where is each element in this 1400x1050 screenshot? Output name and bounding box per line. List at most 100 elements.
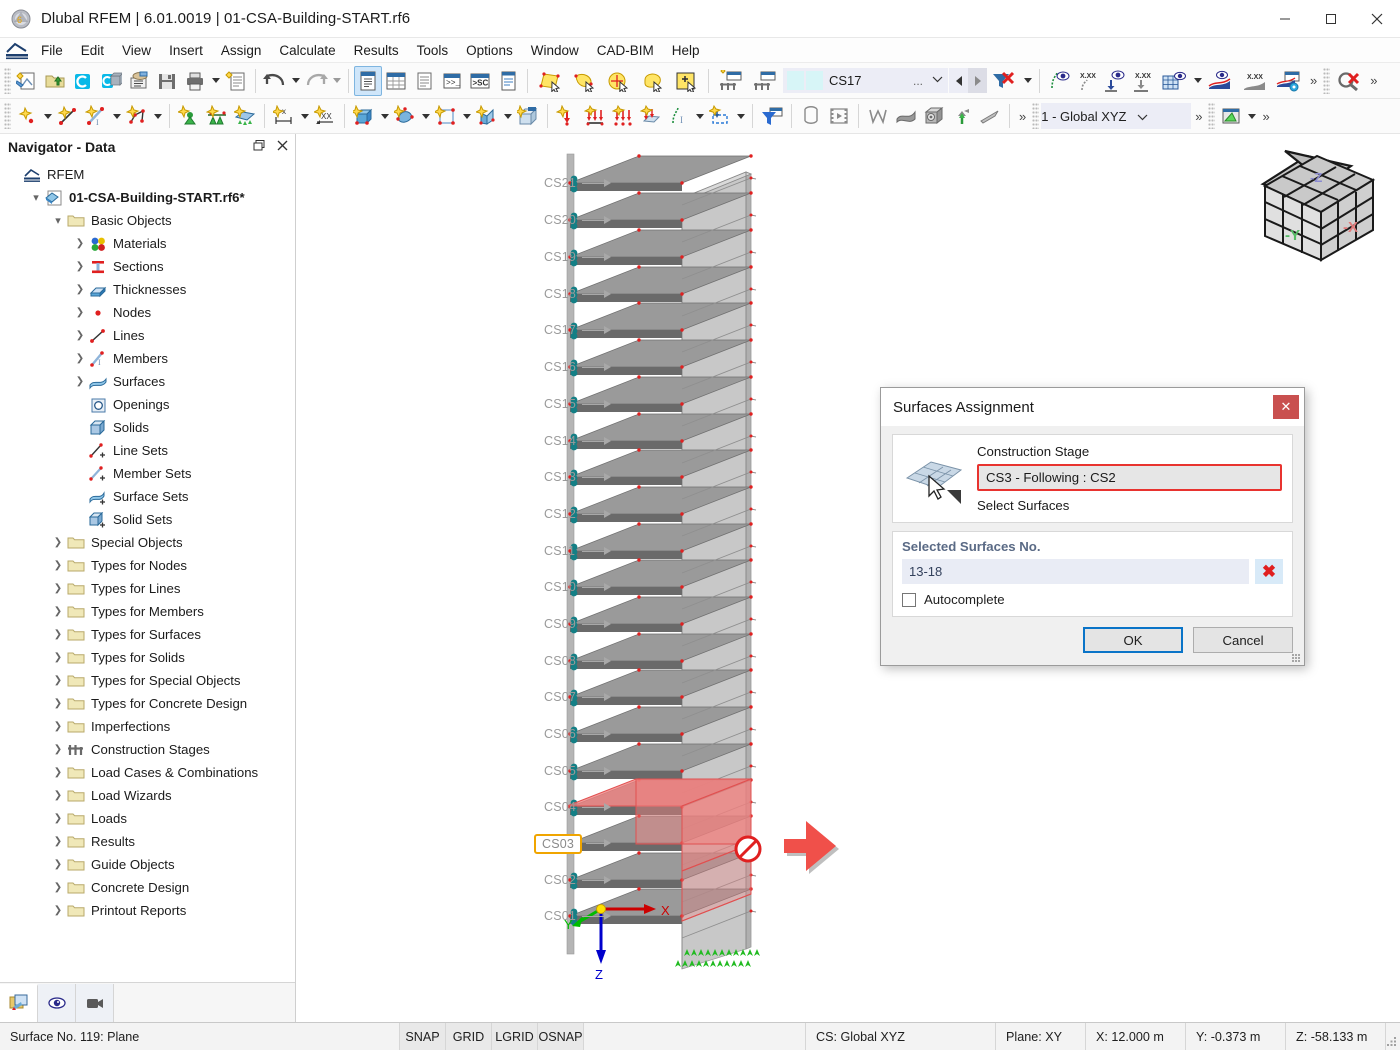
coord-system-combo[interactable]: 1 - Global XYZ: [1041, 103, 1192, 129]
menu-assign[interactable]: Assign: [212, 40, 271, 61]
new-member-icon[interactable]: I: [82, 101, 110, 131]
restore-icon[interactable]: [253, 139, 266, 155]
grid-visibility-icon[interactable]: [1157, 66, 1191, 96]
work-plane-icon[interactable]: [1217, 101, 1245, 131]
autocomplete-row[interactable]: Autocomplete: [902, 592, 1283, 607]
cancel-button[interactable]: Cancel: [1193, 627, 1293, 653]
selected-surfaces-input[interactable]: 13-18: [902, 559, 1249, 584]
select-add-icon[interactable]: [669, 66, 703, 96]
grid-toggle[interactable]: GRID: [446, 1023, 492, 1050]
tree-item-types-for-members[interactable]: ❯ Types for Members: [0, 600, 295, 623]
tree-item-lines[interactable]: ❯ Lines: [0, 324, 295, 347]
stage-label[interactable]: CS20: [544, 213, 576, 227]
expand-arrow-icon[interactable]: ❯: [72, 330, 88, 341]
node-caret-icon[interactable]: [41, 101, 54, 131]
stage-label[interactable]: CS01: [544, 909, 576, 923]
dialog-close-button[interactable]: ✕: [1273, 395, 1299, 419]
open-folder-icon[interactable]: [41, 66, 69, 96]
stage-label[interactable]: CS09: [544, 617, 576, 631]
stage-label[interactable]: CS12: [544, 507, 576, 521]
grid-visibility-caret-icon[interactable]: [1191, 66, 1204, 96]
new-surface-icon[interactable]: [350, 101, 378, 131]
autocomplete-checkbox[interactable]: [902, 592, 916, 607]
print-icon[interactable]: [181, 66, 209, 96]
xxx-down-icon[interactable]: X.XX: [1129, 66, 1157, 96]
new-quad-surface-icon[interactable]: [473, 101, 501, 131]
tree-item-construction-stages[interactable]: ❯ Construction Stages: [0, 738, 295, 761]
new-free-surface-icon[interactable]: [391, 101, 419, 131]
expand-arrow-icon[interactable]: ❯: [50, 675, 66, 686]
stage-label[interactable]: CS16: [544, 360, 576, 374]
stage-label[interactable]: CS07: [544, 690, 576, 704]
zoom-clear-icon[interactable]: [1332, 66, 1366, 96]
stage-label[interactable]: CS08: [544, 654, 576, 668]
menu-cad-bim[interactable]: CAD-BIM: [588, 40, 663, 61]
toolbar-overflow-chevron[interactable]: »: [1306, 73, 1321, 88]
stage-label[interactable]: CS17: [544, 323, 576, 337]
tree-item-members[interactable]: ❯ I Members: [0, 347, 295, 370]
expand-arrow-icon[interactable]: ❯: [50, 905, 66, 916]
visibility-down-icon[interactable]: [1101, 66, 1129, 96]
select-special-icon[interactable]: [567, 66, 601, 96]
menu-insert[interactable]: Insert: [160, 40, 212, 61]
menu-edit[interactable]: Edit: [72, 40, 113, 61]
clear-selection-icon[interactable]: ✖: [1255, 559, 1283, 584]
result-support-icon[interactable]: [948, 101, 976, 131]
menu-tools[interactable]: Tools: [408, 40, 458, 61]
load-transfer-icon[interactable]: [706, 101, 734, 131]
tree-item-types-for-special-objects[interactable]: ❯ Types for Special Objects: [0, 669, 295, 692]
work-plane-caret-icon[interactable]: [1245, 101, 1258, 131]
table-icon[interactable]: [382, 66, 410, 96]
menu-options[interactable]: Options: [457, 40, 522, 61]
filter-window-icon[interactable]: [758, 101, 786, 131]
ok-button[interactable]: OK: [1083, 627, 1183, 653]
menu-results[interactable]: Results: [345, 40, 408, 61]
expand-arrow-icon[interactable]: ❯: [50, 767, 66, 778]
undo-icon[interactable]: [261, 66, 289, 96]
tree-item-load-wizards[interactable]: ❯ Load Wizards: [0, 784, 295, 807]
expand-arrow-icon[interactable]: ❯: [50, 698, 66, 709]
model-cloud-icon[interactable]: [97, 66, 125, 96]
toolbar2-overflow-chevron[interactable]: »: [1015, 109, 1030, 124]
expand-arrow-icon[interactable]: ❯: [50, 744, 66, 755]
display-settings-icon[interactable]: [1272, 66, 1306, 96]
dialog-resize-grip[interactable]: [1292, 654, 1301, 663]
save-icon[interactable]: [153, 66, 181, 96]
dimension-x-icon[interactable]: x: [270, 101, 298, 131]
render-visibility-icon[interactable]: [1204, 66, 1238, 96]
stage-label[interactable]: CS10: [544, 580, 576, 594]
navigator-display-tab-icon[interactable]: [38, 983, 76, 1022]
stage-label[interactable]: CS04: [544, 800, 576, 814]
expand-arrow-icon[interactable]: ❯: [50, 560, 66, 571]
select-lasso-icon[interactable]: [635, 66, 669, 96]
chevron-down-icon[interactable]: [1137, 109, 1148, 124]
model-viewport[interactable]: X Y Z CS21 CS20 CS19 CS18 CS17 CS16 CS15 CS14 CS…: [296, 134, 1400, 1022]
tree-item-concrete-design[interactable]: ❯ Concrete Design: [0, 876, 295, 899]
new-model-icon[interactable]: [13, 66, 41, 96]
load-transfer-caret-icon[interactable]: [734, 101, 747, 131]
expand-arrow-icon[interactable]: ❯: [72, 238, 88, 249]
polyline-caret-icon[interactable]: [151, 101, 164, 131]
filter-caret-icon[interactable]: [1021, 66, 1034, 96]
expand-arrow-icon[interactable]: ❯: [50, 629, 66, 640]
tree-item-loads[interactable]: ❯ Loads: [0, 807, 295, 830]
tree-item-guide-objects[interactable]: ❯ Guide Objects: [0, 853, 295, 876]
navigator-data-tab-icon[interactable]: [0, 983, 38, 1022]
edit-construction-stage-icon[interactable]: [748, 66, 782, 96]
stage-prev-button[interactable]: [949, 68, 969, 93]
minimize-button[interactable]: [1262, 0, 1308, 38]
print-preview-icon[interactable]: [222, 66, 250, 96]
print-caret-icon[interactable]: [209, 66, 222, 96]
tree-item-surfaces[interactable]: ❯ Surfaces: [0, 370, 295, 393]
stage-label[interactable]: CS06: [544, 727, 576, 741]
tree-item-materials[interactable]: ❯ Materials: [0, 232, 295, 255]
maximize-button[interactable]: [1308, 0, 1354, 38]
nodal-load-icon[interactable]: [553, 101, 581, 131]
tree-item-load-cases-combinations[interactable]: ❯ Load Cases & Combinations: [0, 761, 295, 784]
menu-view[interactable]: View: [113, 40, 160, 61]
expand-arrow-icon[interactable]: ❯: [72, 284, 88, 295]
toolbar-grip[interactable]: [4, 67, 11, 94]
close-button[interactable]: [1354, 0, 1400, 38]
result-diagram-icon[interactable]: [864, 101, 892, 131]
toolbar-grip[interactable]: [1032, 103, 1040, 129]
